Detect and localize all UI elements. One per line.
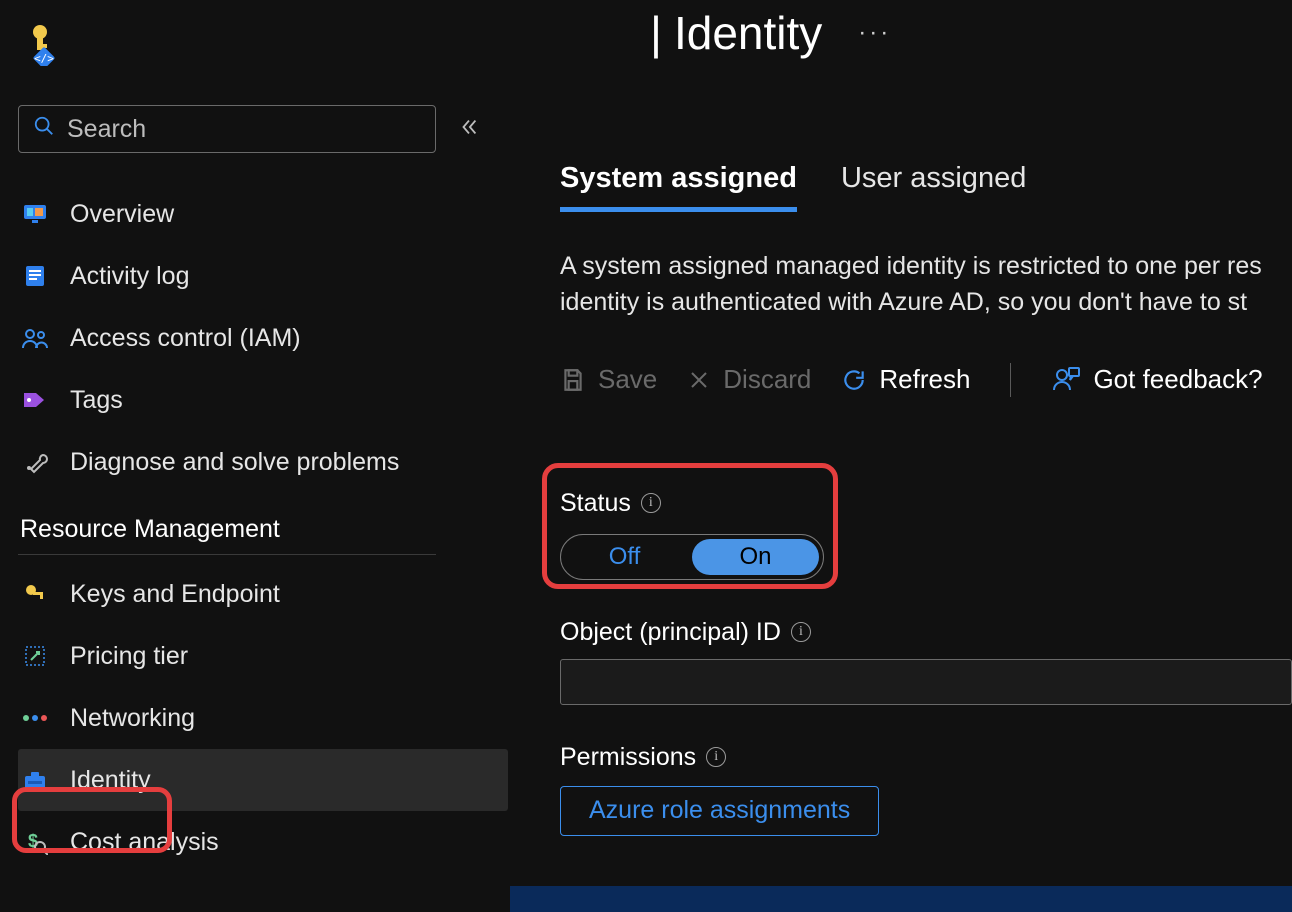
sidebar-item-cost-analysis[interactable]: $ Cost analysis (18, 811, 508, 873)
status-option-off[interactable]: Off (561, 535, 688, 579)
sidebar-item-label: Keys and Endpoint (70, 580, 280, 609)
keyvault-logo-icon: </> (22, 22, 510, 71)
networking-icon (20, 709, 50, 727)
feedback-button[interactable]: Got feedback? (1051, 364, 1262, 395)
feedback-label: Got feedback? (1093, 364, 1262, 395)
cost-analysis-icon: $ (20, 829, 50, 855)
save-label: Save (598, 364, 657, 395)
search-input-container[interactable] (18, 105, 436, 153)
search-icon (33, 115, 55, 144)
tab-system-assigned[interactable]: System assigned (560, 162, 797, 212)
sidebar-section-label: Resource Management (20, 515, 510, 544)
sidebar-item-tags[interactable]: Tags (18, 369, 508, 431)
overview-icon (20, 202, 50, 226)
sidebar-item-label: Tags (70, 386, 123, 415)
sidebar-item-keys-endpoint[interactable]: Keys and Endpoint (18, 563, 508, 625)
sidebar-item-access-control[interactable]: Access control (IAM) (18, 307, 508, 369)
sidebar-item-label: Overview (70, 200, 174, 229)
search-input[interactable] (67, 115, 421, 144)
sidebar-item-diagnose[interactable]: Diagnose and solve problems (18, 431, 508, 493)
refresh-button[interactable]: Refresh (841, 364, 970, 395)
info-icon[interactable]: i (706, 747, 726, 767)
status-toggle[interactable]: Off On (560, 534, 824, 580)
object-id-label: Object (principal) ID (560, 618, 781, 647)
sidebar-item-activity-log[interactable]: Activity log (18, 245, 508, 307)
discard-button[interactable]: Discard (687, 364, 811, 395)
sidebar-item-identity[interactable]: Identity (18, 749, 508, 811)
identity-icon (20, 769, 50, 791)
sidebar-item-label: Access control (IAM) (70, 324, 301, 353)
info-icon[interactable]: i (791, 622, 811, 642)
sidebar-item-label: Identity (70, 766, 151, 795)
discard-label: Discard (723, 364, 811, 395)
tab-user-assigned[interactable]: User assigned (841, 162, 1026, 212)
bottom-bar (510, 886, 1292, 912)
permissions-label: Permissions (560, 743, 696, 772)
tabs: System assigned User assigned (560, 162, 1292, 212)
title-separator: | (650, 6, 662, 60)
save-button[interactable]: Save (560, 364, 657, 395)
toolbar: Save Discard Refresh (560, 363, 1292, 397)
sidebar-item-pricing-tier[interactable]: Pricing tier (18, 625, 508, 687)
sidebar-item-label: Pricing tier (70, 642, 188, 671)
sidebar-item-label: Activity log (70, 262, 189, 291)
status-option-on[interactable]: On (692, 539, 819, 575)
identity-description: A system assigned managed identity is re… (560, 248, 1292, 321)
azure-role-assignments-button[interactable]: Azure role assignments (560, 786, 879, 836)
diagnose-icon (20, 449, 50, 475)
toolbar-separator (1010, 363, 1011, 397)
sidebar-item-label: Cost analysis (70, 828, 219, 857)
key-icon (20, 582, 50, 606)
sidebar-item-networking[interactable]: Networking (18, 687, 508, 749)
object-id-field[interactable] (560, 659, 1292, 705)
sidebar: </> (0, 0, 510, 912)
refresh-label: Refresh (879, 364, 970, 395)
status-label: Status (560, 489, 631, 518)
access-control-icon (20, 326, 50, 350)
refresh-icon (841, 367, 867, 393)
main-content: | Identity ··· System assigned User assi… (510, 0, 1292, 912)
discard-icon (687, 368, 711, 392)
svg-text:$: $ (28, 831, 38, 851)
info-icon[interactable]: i (641, 493, 661, 513)
activity-log-icon (20, 264, 50, 288)
pricing-tier-icon (20, 644, 50, 668)
collapse-sidebar-icon[interactable] (458, 116, 480, 143)
sidebar-divider (18, 554, 436, 555)
more-actions-button[interactable]: ··· (858, 19, 891, 47)
sidebar-item-overview[interactable]: Overview (18, 183, 508, 245)
feedback-icon (1051, 366, 1081, 394)
tags-icon (20, 389, 50, 411)
sidebar-item-label: Diagnose and solve problems (70, 448, 399, 477)
svg-text:</>: </> (34, 52, 54, 65)
save-icon (560, 367, 586, 393)
page-title: Identity (674, 6, 822, 60)
sidebar-item-label: Networking (70, 704, 195, 733)
